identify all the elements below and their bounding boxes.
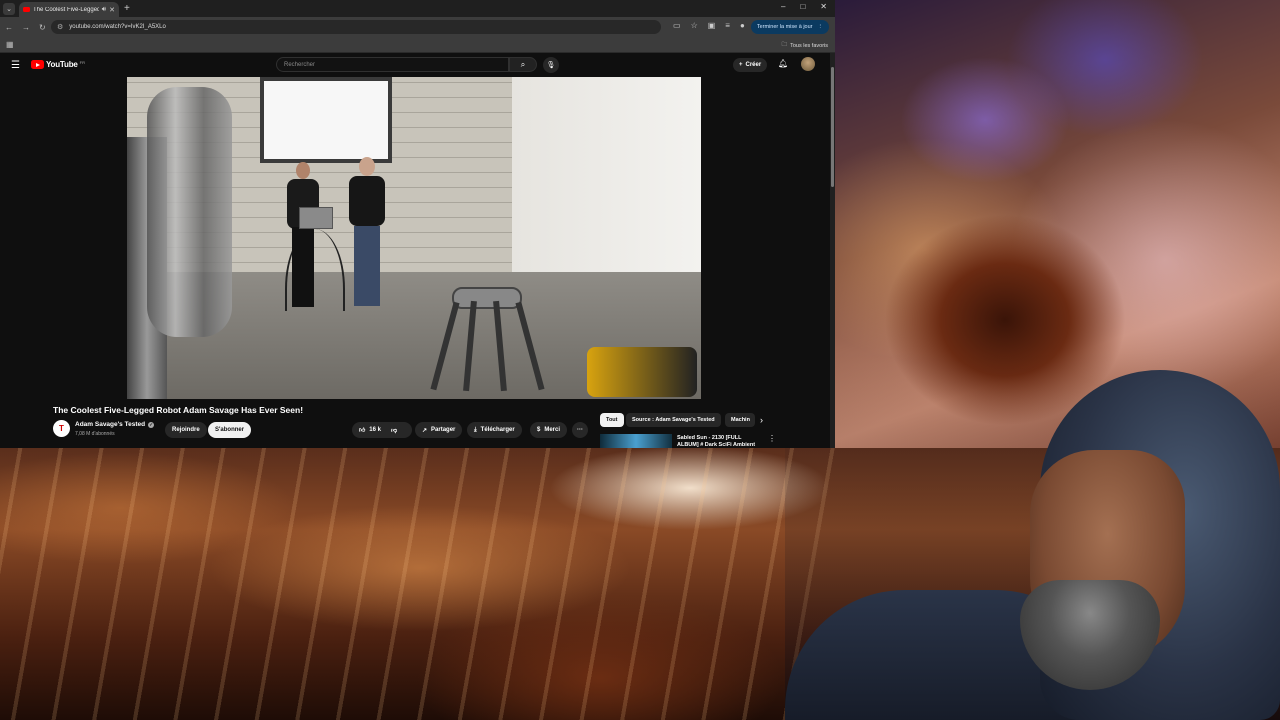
youtube-logo-text: YouTube: [46, 60, 78, 69]
join-label: Rejoindre: [172, 427, 200, 433]
thanks-label: Merci: [544, 427, 561, 433]
chip-machine[interactable]: Machin: [725, 413, 755, 427]
video-scene-person-2: [345, 157, 389, 312]
maximize-button[interactable]: □: [800, 2, 805, 11]
tab-strip: ⌄ The Coolest Five-Legged Ro 🔊︎ ✕ + – □ …: [0, 0, 835, 17]
scrollbar-thumb[interactable]: [831, 67, 834, 187]
cast-icon[interactable]: ▭: [673, 21, 681, 30]
video-scene-person-1: [283, 162, 323, 312]
youtube-country-code: FR: [79, 59, 85, 65]
recommendation-menu-icon[interactable]: ⋮: [768, 434, 776, 443]
toolbar-icons: ▭ ☆ ▣ ≡ ●: [673, 21, 745, 30]
like-button[interactable]: 👍︎ 16 k: [359, 426, 381, 434]
recommendation-title[interactable]: Sabled Sun - 2130 [FULL ALBUM] # Dark Sc…: [677, 435, 762, 448]
bookmark-star-icon[interactable]: ☆: [691, 21, 698, 30]
menu-dots-icon[interactable]: ⋮: [818, 24, 824, 30]
reload-icon[interactable]: ↻: [39, 23, 46, 32]
youtube-page: ☰ YouTube FR Rechercher ⌕ 🎙︎ + Créer 🔔︎: [0, 53, 830, 448]
tab-search-icon[interactable]: ⌄: [3, 2, 15, 15]
video-scene-drill: [587, 347, 697, 397]
all-favorites-folder[interactable]: 🗀︎ Tous les favoris: [782, 41, 828, 50]
share-label: Partager: [431, 427, 456, 433]
forward-icon[interactable]: →: [22, 23, 30, 32]
tab-youtube[interactable]: The Coolest Five-Legged Ro 🔊︎ ✕: [19, 2, 119, 17]
search-input[interactable]: Rechercher: [276, 57, 509, 72]
download-label: Télécharger: [480, 427, 515, 433]
notifications-bell-icon[interactable]: 🔔︎: [778, 59, 788, 68]
video-scene-window: [260, 77, 392, 163]
close-window-button[interactable]: ✕: [820, 2, 827, 11]
extensions-icon[interactable]: ▣: [708, 21, 716, 30]
browser-toolbar: ← → ↻ ⚙ youtube.com/watch?v=IvK2I_A5XLo …: [0, 17, 835, 37]
video-scene-five-legged-robot: [427, 287, 547, 397]
youtube-play-icon: [31, 60, 44, 69]
folder-icon: 🗀︎: [781, 42, 788, 48]
create-label: Créer: [745, 62, 762, 68]
video-scene-robot-arm: [147, 87, 232, 337]
video-title: The Coolest Five-Legged Robot Adam Savag…: [53, 405, 304, 415]
subscriber-count: 7,08 M d'abonnés: [75, 431, 115, 437]
user-avatar[interactable]: [801, 57, 815, 71]
download-button[interactable]: ⤓ Télécharger: [467, 422, 522, 438]
recommendation-thumbnail[interactable]: [600, 434, 672, 448]
speaker-icon[interactable]: 🔊︎: [102, 6, 106, 14]
new-tab-icon[interactable]: +: [124, 3, 130, 14]
window-controls: – □ ✕: [781, 2, 827, 11]
video-player[interactable]: [127, 77, 701, 399]
site-info-icon[interactable]: ⚙: [57, 23, 63, 31]
like-dislike-group: 👍︎ 16 k 👎︎: [352, 422, 412, 438]
join-button[interactable]: Rejoindre: [165, 422, 207, 438]
media-icon[interactable]: ≡: [725, 21, 730, 30]
address-bar[interactable]: ⚙ youtube.com/watch?v=IvK2I_A5XLo: [51, 20, 661, 34]
tab-close-icon[interactable]: ✕: [109, 6, 115, 14]
bookmarks-bar: ▦ 🗀︎ Tous les favoris: [0, 37, 835, 53]
more-actions-button[interactable]: ···: [572, 422, 588, 438]
page-scrollbar[interactable]: [830, 53, 835, 448]
channel-name[interactable]: Adam Savage's Tested ✓: [75, 421, 155, 428]
channel-avatar[interactable]: T: [53, 420, 70, 437]
back-icon[interactable]: ←: [5, 23, 13, 32]
apps-grid-icon[interactable]: ▦: [6, 40, 14, 49]
youtube-logo[interactable]: YouTube FR: [31, 60, 85, 69]
tab-title: The Coolest Five-Legged Ro: [33, 6, 99, 13]
share-arrow-icon: ↗: [422, 427, 428, 434]
thumbs-down-icon: 👎︎: [390, 428, 398, 434]
subscribe-button[interactable]: S'abonner: [208, 422, 252, 438]
share-button[interactable]: ↗ Partager: [415, 422, 463, 438]
download-icon: ⤓: [474, 426, 477, 433]
update-button-label: Terminer la mise à jour: [756, 24, 813, 30]
all-favorites-label: Tous les favoris: [790, 42, 828, 49]
url-text: youtube.com/watch?v=IvK2I_A5XLo: [69, 24, 166, 30]
plus-icon: +: [739, 62, 743, 68]
subscribe-label: S'abonner: [215, 427, 245, 433]
thumbs-up-icon: 👍︎: [359, 428, 366, 434]
chevron-right-icon[interactable]: ›: [760, 415, 763, 425]
browser-window: ⌄ The Coolest Five-Legged Ro 🔊︎ ✕ + – □ …: [0, 0, 835, 448]
thanks-button[interactable]: $ Merci: [530, 422, 568, 438]
dislike-button[interactable]: 👎︎: [391, 426, 397, 434]
like-count: 16 k: [369, 427, 381, 433]
voice-search-icon[interactable]: 🎙︎: [543, 57, 559, 73]
super-thanks-icon: $: [537, 427, 541, 433]
update-button[interactable]: Terminer la mise à jour ⋮: [750, 20, 829, 34]
search-icon[interactable]: ⌕: [509, 57, 537, 72]
background-artwork-texture: [0, 448, 835, 720]
menu-icon[interactable]: ☰: [11, 60, 20, 71]
create-button[interactable]: + Créer: [733, 58, 768, 72]
youtube-favicon-icon: [23, 7, 30, 12]
verified-check-icon: ✓: [148, 421, 155, 428]
webcam-overlay: [785, 350, 1280, 720]
minimize-button[interactable]: –: [781, 2, 785, 11]
youtube-header: ☰ YouTube FR Rechercher ⌕ 🎙︎ + Créer 🔔︎: [0, 53, 830, 77]
chip-source[interactable]: Source : Adam Savage's Tested: [626, 413, 721, 427]
chip-all[interactable]: Tout: [600, 413, 624, 427]
channel-name-label: Adam Savage's Tested: [75, 421, 146, 428]
more-actions-icon: ···: [577, 427, 583, 433]
profile-icon[interactable]: ●: [740, 21, 745, 30]
